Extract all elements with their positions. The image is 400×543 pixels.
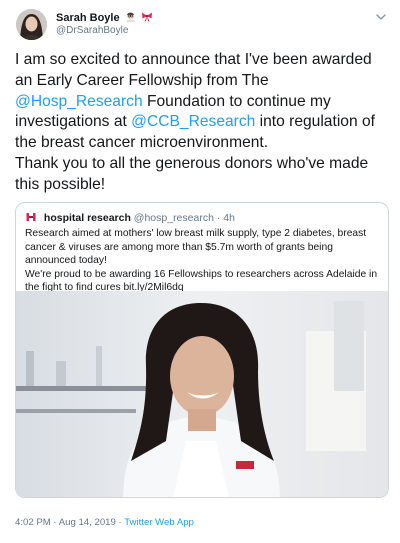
chevron-down-icon[interactable] [374,10,388,24]
tweet-text-segment: I am so excited to announce that I've be… [15,51,372,89]
scientist-icon [125,11,136,25]
quoted-author-name[interactable]: hospital research [44,212,131,224]
tweet-card: Sarah Boyle @DrSarahBoyle I am so excite… [0,0,400,543]
quoted-separator: · [216,212,221,224]
author-name-row[interactable]: Sarah Boyle [56,11,153,25]
tweet-time[interactable]: 4:02 PM [15,517,51,528]
tweet-source-app[interactable]: Twitter Web App [124,517,194,528]
quoted-tweet-header: hospital research @hosp_research · 4h [25,211,235,224]
tweet-text: I am so excited to announce that I've be… [15,50,390,196]
quoted-tweet-text: Research aimed at mothers' low breast mi… [25,227,381,295]
quoted-paragraph-1: Research aimed at mothers' low breast mi… [25,228,367,267]
mention-link-ccb-research[interactable]: @CCB_Research [131,113,255,130]
quoted-author-handle[interactable]: @hosp_research [134,212,214,224]
quoted-tweet-photo[interactable] [16,291,388,497]
tweet-meta: 4:02 PM · Aug 14, 2019 · Twitter Web App [15,517,194,528]
mention-link-hosp-research[interactable]: @Hosp_Research [15,93,143,110]
author-name[interactable]: Sarah Boyle [56,12,120,24]
tweet-paragraph-2: Thank you to all the generous donors who… [15,154,369,193]
author-handle[interactable]: @DrSarahBoyle [56,25,128,36]
tweet-paragraph-1: I am so excited to announce that I've be… [15,50,390,154]
meta-separator: · [118,517,122,528]
quoted-time[interactable]: 4h [223,212,235,224]
quoted-tweet[interactable]: hospital research @hosp_research · 4h Re… [15,202,389,498]
tweet-date[interactable]: Aug 14, 2019 [59,517,116,528]
meta-separator: · [53,517,57,528]
avatar[interactable] [16,9,47,40]
ribbon-icon [141,11,153,25]
hospital-research-logo-icon [25,211,37,223]
